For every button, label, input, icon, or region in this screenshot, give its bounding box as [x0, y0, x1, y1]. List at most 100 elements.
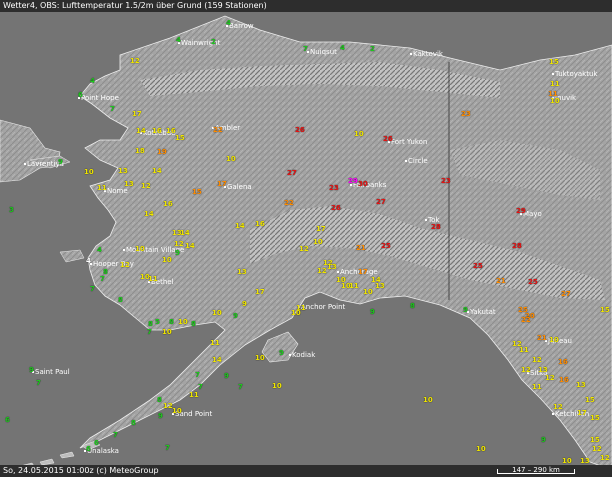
temperature-value: 10: [354, 130, 364, 138]
place-label: Point Hope: [78, 94, 119, 102]
temperature-value: 13: [375, 282, 385, 290]
temperature-value: 6: [5, 416, 10, 424]
temperature-value: 16: [255, 220, 265, 228]
temperature-value: 28: [512, 242, 522, 250]
temperature-value: 11: [97, 184, 107, 192]
temperature-value: 14: [235, 222, 245, 230]
temperature-value: 23: [441, 177, 451, 185]
temperature-value: 9: [158, 412, 163, 420]
temperature-value: 16: [152, 127, 162, 135]
temperature-value: 7: [110, 105, 115, 113]
temperature-value: 9: [175, 249, 180, 257]
temperature-value: 23: [329, 184, 339, 192]
temperature-value: 7: [238, 383, 243, 391]
temperature-value: 4: [90, 77, 95, 85]
temperature-value: 9: [463, 306, 468, 314]
temperature-value: 11: [148, 275, 158, 283]
temperature-value: 7: [198, 383, 203, 391]
temperature-value: 13: [124, 180, 134, 188]
temperature-value: 9: [233, 312, 238, 320]
temperature-value: 10: [162, 256, 172, 264]
temperature-value: 14: [152, 167, 162, 175]
temperature-value: 11: [189, 391, 199, 399]
temperature-value: 15: [549, 58, 559, 66]
temperature-value: 10: [135, 245, 145, 253]
temperature-value: 10: [212, 309, 222, 317]
temperature-value: 11: [349, 282, 359, 290]
temperature-value: 13: [327, 263, 337, 271]
temperature-value: 8: [148, 320, 153, 328]
temperature-value: 12: [317, 267, 327, 275]
temperature-value: 8: [169, 318, 174, 326]
place-label: Saint Paul: [32, 368, 70, 376]
temperature-value: 7: [303, 45, 308, 53]
temperature-value: 12: [174, 240, 184, 248]
temperature-value: 8: [191, 320, 196, 328]
temperature-value: 14: [212, 356, 222, 364]
temperature-value: 12: [163, 402, 173, 410]
temperature-value: 7: [165, 444, 170, 452]
place-label: Kaktovik: [410, 50, 443, 58]
temperature-value: 10: [84, 168, 94, 176]
temperature-value: 9: [279, 349, 284, 357]
temperature-value: 27: [376, 198, 386, 206]
temperature-value: 26: [383, 135, 393, 143]
temperature-value: 12: [553, 403, 563, 411]
temperature-value: 14: [144, 210, 154, 218]
temperature-value: 25: [381, 242, 391, 250]
temperature-value: 10: [226, 155, 236, 163]
place-label: Fort Yukon: [388, 138, 427, 146]
temperature-value: 10: [313, 238, 323, 246]
temperature-value: 16: [558, 358, 568, 366]
temperature-value: 7: [147, 328, 152, 336]
temperature-value: 10: [178, 318, 188, 326]
temperature-value: 14: [136, 127, 146, 135]
temperature-value: 5: [155, 318, 160, 326]
temperature-value: 8: [410, 302, 415, 310]
temperature-value: 9: [224, 372, 229, 380]
temperature-value: 10: [172, 407, 182, 415]
temperature-value: 29: [516, 207, 526, 215]
map-frame: Barrow Wainwright Nuiqsut Kaktovik Tuktoyakt…: [0, 0, 612, 477]
temperature-value: 12: [299, 245, 309, 253]
temperature-value: 13: [538, 366, 548, 374]
temperature-value: 9: [58, 158, 63, 166]
temperature-value: 27: [287, 169, 297, 177]
temperature-value: 15: [192, 188, 202, 196]
temperature-value: 2: [211, 38, 216, 46]
place-label: Nome: [104, 187, 128, 195]
temperature-value: 21: [537, 334, 547, 342]
temperature-value: 7: [36, 379, 41, 387]
temperature-value: 15: [175, 134, 185, 142]
temperature-value: 25: [473, 262, 483, 270]
footer-bar: So, 24.05.2015 01:00z (c) MeteoGroup 147…: [0, 465, 612, 477]
temperature-value: 19: [157, 148, 167, 156]
temperature-value: 9: [370, 308, 375, 316]
temperature-value: 16: [163, 200, 173, 208]
temperature-value: 21: [356, 244, 366, 252]
temperature-value: 11: [550, 80, 560, 88]
footer-timestamp: So, 24.05.2015 01:00z (c) MeteoGroup: [3, 466, 159, 475]
temperature-value: 12: [592, 445, 602, 453]
temperature-value: 10: [550, 97, 560, 105]
scale-label: 147 – 290 km: [512, 466, 560, 474]
temperature-value: 7: [195, 371, 200, 379]
temperature-value: 12: [532, 356, 542, 364]
temperature-value: 21: [496, 277, 506, 285]
temperature-value: 30: [358, 180, 368, 188]
map-title: Wetter4, OBS: Lufttemperatur 1.5/2m über…: [3, 1, 267, 10]
temperature-value: 12: [600, 454, 610, 462]
temperature-value: 17: [217, 180, 227, 188]
temperature-value: 4: [340, 44, 345, 52]
temperature-value: 17: [132, 110, 142, 118]
temperature-value: 12: [120, 261, 130, 269]
temperature-value: 17: [577, 409, 587, 417]
temperature-value: 15: [590, 436, 600, 444]
place-label: Galena: [224, 183, 252, 191]
place-label: Nuiqsut: [307, 48, 337, 56]
temperature-value: 6: [78, 91, 83, 99]
temperature-value: 13: [576, 381, 586, 389]
temperature-value: 10: [363, 288, 373, 296]
temperature-value: 9: [541, 436, 546, 444]
temperature-value: 8: [157, 396, 162, 404]
